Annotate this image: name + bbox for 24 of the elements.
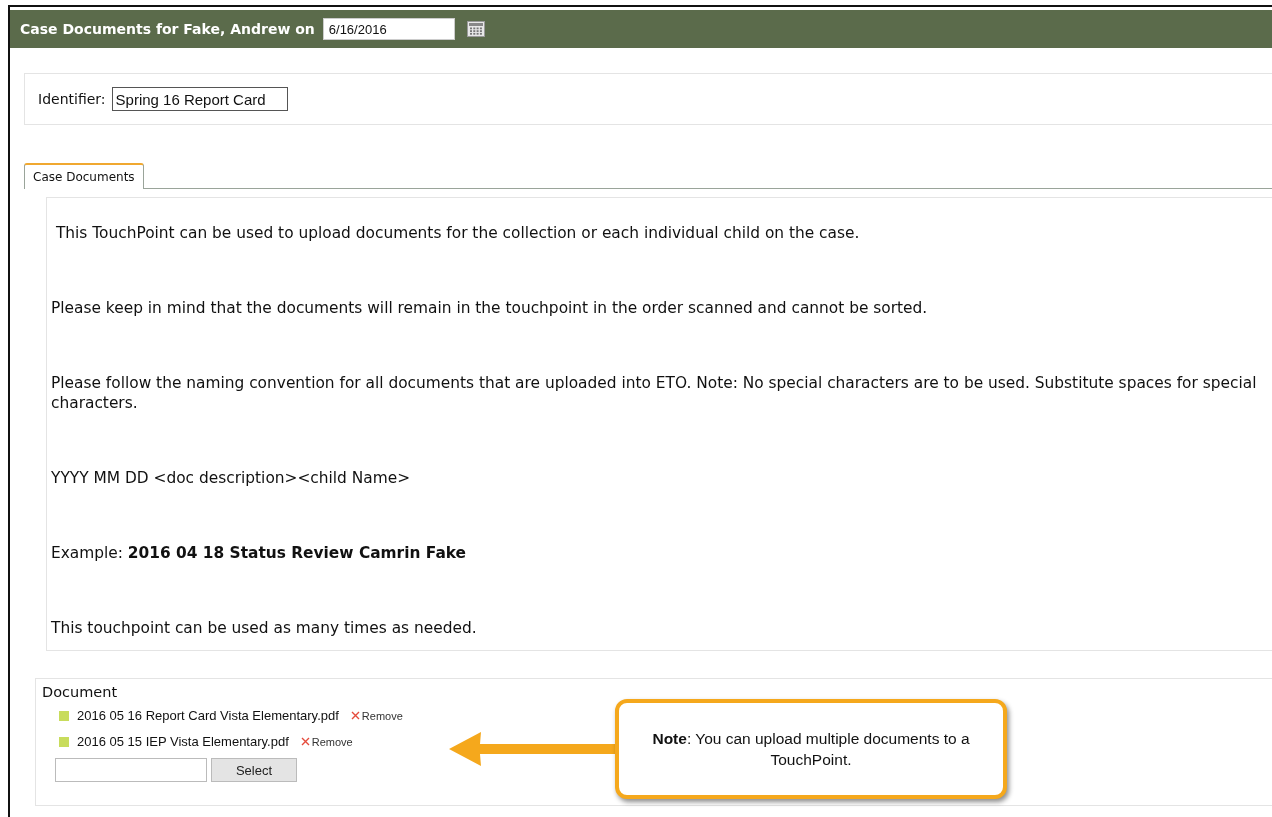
select-button[interactable]: Select bbox=[211, 758, 297, 782]
calendar-icon[interactable] bbox=[466, 21, 485, 37]
file-icon bbox=[59, 710, 69, 721]
identifier-label: Identifier: bbox=[38, 91, 106, 107]
file-icon bbox=[59, 736, 69, 747]
remove-icon bbox=[350, 711, 360, 720]
paragraph: This touchpoint can be used as many times as needed. bbox=[51, 618, 478, 638]
identifier-field[interactable]: Spring 16 Report Card bbox=[111, 87, 288, 111]
file-name[interactable]: 2016 05 15 IEP Vista Elementary.pdf bbox=[77, 734, 289, 749]
file-name[interactable]: 2016 05 16 Report Card Vista Elementary.pdf bbox=[77, 708, 339, 723]
paragraph: Please follow the naming convention for all documents that are uploaded into ETO. Note: No special characters are to be used. Substitute spaces for special characters. bbox=[51, 373, 1258, 413]
file-input-field[interactable] bbox=[55, 758, 207, 782]
document-label: Document bbox=[42, 684, 119, 700]
remove-icon bbox=[300, 737, 310, 746]
tab[interactable]: Case Documents bbox=[24, 163, 144, 189]
paragraph: This TouchPoint can be used to upload documents for the collection or each individual child on the case. bbox=[54, 223, 861, 243]
note-callout: Note: You can upload multiple documents to a TouchPoint. bbox=[615, 699, 1007, 799]
date-field[interactable]: 6/16/2016 bbox=[322, 18, 455, 40]
page-title: Case Documents for Fake, Andrew on bbox=[20, 21, 315, 37]
paragraph: Please keep in mind that the documents will remain in the touchpoint in the order scanned and cannot be sorted. bbox=[51, 298, 929, 318]
paragraph: YYYY MM DD <doc description><child Name> bbox=[51, 468, 412, 488]
paragraph: Example: 2016 04 18 Status Review Camrin Fake bbox=[51, 543, 468, 563]
remove-link[interactable]: Remove bbox=[350, 709, 403, 722]
remove-link[interactable]: Remove bbox=[300, 735, 353, 748]
